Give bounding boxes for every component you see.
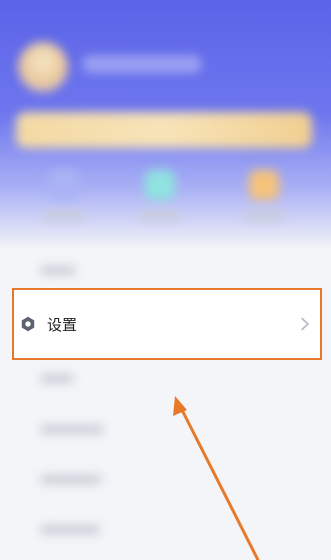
annotation-arrow (173, 396, 260, 560)
